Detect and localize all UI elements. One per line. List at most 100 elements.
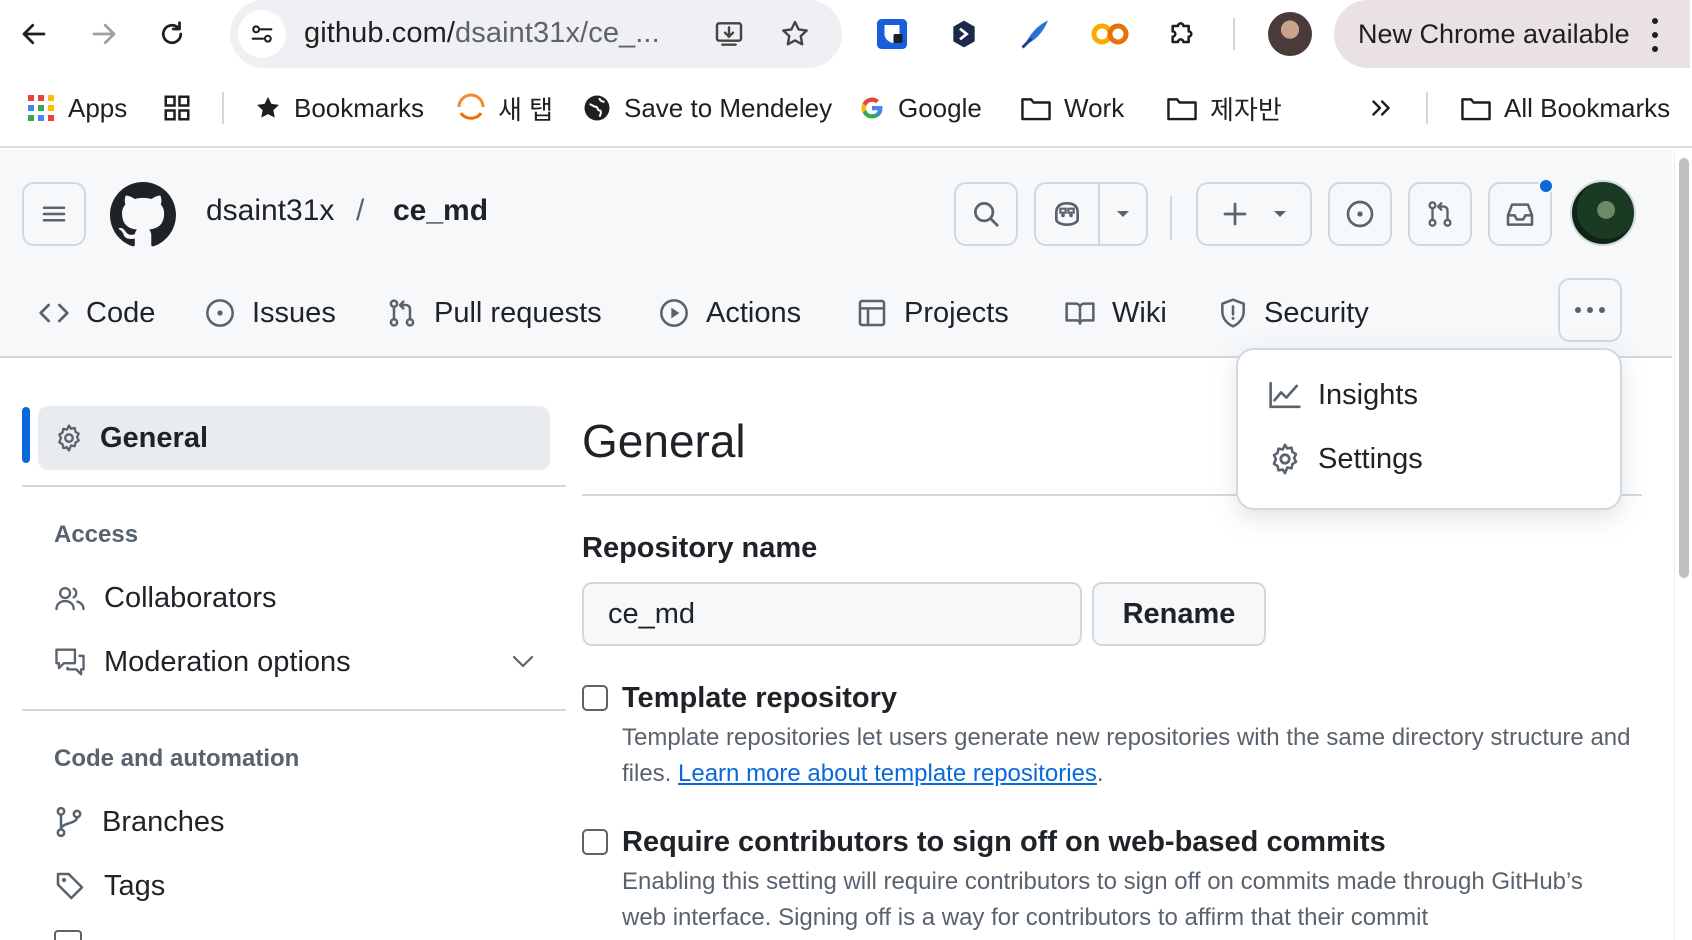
graph-icon bbox=[1269, 381, 1301, 409]
require-signoff-checkbox[interactable] bbox=[582, 829, 608, 855]
tab-issues[interactable]: Issues bbox=[204, 290, 336, 336]
bookmark-folder-work[interactable]: Work bbox=[1020, 88, 1124, 128]
shield-icon bbox=[1221, 298, 1245, 328]
bookmark-bookmarks[interactable]: Bookmarks bbox=[254, 88, 424, 128]
create-new-button[interactable] bbox=[1196, 182, 1312, 246]
github-logo-icon[interactable] bbox=[110, 182, 176, 248]
bookmark-mendeley[interactable]: Save to Mendeley bbox=[582, 88, 832, 128]
chevron-down-icon bbox=[512, 655, 534, 668]
tab-groups-icon[interactable] bbox=[162, 88, 192, 128]
repo-owner-link[interactable]: dsaint31x bbox=[206, 194, 334, 228]
repository-name-input[interactable] bbox=[582, 582, 1082, 646]
back-icon[interactable] bbox=[12, 12, 56, 56]
code-icon bbox=[39, 303, 69, 323]
page-scrollbar[interactable] bbox=[1674, 150, 1692, 940]
repository-name-label: Repository name bbox=[582, 532, 818, 564]
template-repository-checkbox[interactable] bbox=[582, 685, 608, 711]
extensions-puzzle-icon[interactable] bbox=[1162, 14, 1202, 54]
tab-pull-requests[interactable]: Pull requests bbox=[386, 290, 602, 336]
new-tab-favicon-icon bbox=[457, 93, 485, 120]
install-app-icon[interactable] bbox=[710, 15, 748, 53]
partial-sidebar-icon bbox=[54, 930, 82, 940]
copilot-icon[interactable] bbox=[1036, 184, 1100, 244]
chevron-down-icon bbox=[1274, 211, 1286, 217]
forward-icon[interactable] bbox=[82, 12, 126, 56]
chevron-down-icon[interactable] bbox=[1100, 184, 1146, 244]
tab-wiki[interactable]: Wiki bbox=[1064, 290, 1167, 336]
book-icon bbox=[1065, 302, 1095, 325]
menu-item-label: Settings bbox=[1318, 442, 1423, 475]
sidebar-item-general[interactable]: General bbox=[38, 406, 550, 470]
site-info-icon[interactable] bbox=[238, 10, 286, 58]
tab-code[interactable]: Code bbox=[38, 290, 155, 336]
gear-icon bbox=[58, 424, 80, 452]
menu-item-insights[interactable]: Insights bbox=[1268, 370, 1418, 420]
notification-dot bbox=[1538, 178, 1554, 194]
bookmarks-overflow-icon[interactable] bbox=[1368, 88, 1394, 128]
tab-label: Actions bbox=[706, 296, 802, 329]
bookmark-label: Work bbox=[1064, 92, 1125, 123]
rename-button[interactable]: Rename bbox=[1092, 582, 1266, 646]
play-circle-icon bbox=[660, 299, 688, 327]
tab-security[interactable]: Security bbox=[1218, 290, 1369, 336]
tab-actions[interactable]: Actions bbox=[658, 290, 801, 336]
sidebar-item-collaborators[interactable]: Collaborators bbox=[54, 574, 276, 622]
gear-icon bbox=[1272, 443, 1298, 475]
plus-icon bbox=[1223, 202, 1247, 226]
sidebar-divider bbox=[22, 485, 566, 487]
template-repository-description: Template repositories let users generate… bbox=[622, 720, 1632, 792]
menu-item-settings[interactable]: Settings bbox=[1268, 434, 1423, 484]
bitwarden-icon[interactable] bbox=[872, 14, 912, 54]
issues-icon[interactable] bbox=[1328, 182, 1392, 246]
menu-icon[interactable] bbox=[1649, 18, 1661, 52]
learn-more-template-link[interactable]: Learn more about template repositories bbox=[678, 760, 1097, 787]
tab-projects[interactable]: Projects bbox=[856, 290, 1009, 336]
people-icon bbox=[55, 586, 85, 611]
more-tabs-kebab-icon[interactable] bbox=[1558, 278, 1622, 342]
folder-icon bbox=[1021, 98, 1051, 121]
bookmark-all-bookmarks[interactable]: All Bookmarks bbox=[1460, 88, 1670, 128]
bookmark-new-tab[interactable]: 새 탭 bbox=[456, 88, 553, 128]
bookmark-label: 제자반 bbox=[1210, 94, 1282, 125]
scrollbar-thumb[interactable] bbox=[1679, 158, 1689, 578]
user-avatar[interactable] bbox=[1570, 180, 1636, 246]
hamburger-menu-icon[interactable] bbox=[22, 182, 86, 246]
bookmark-google[interactable]: Google bbox=[858, 88, 982, 128]
git-branch-icon bbox=[56, 806, 82, 838]
bookmark-star-icon[interactable] bbox=[776, 15, 814, 53]
copilot-button[interactable] bbox=[1034, 182, 1148, 246]
colab-icon[interactable] bbox=[1090, 14, 1130, 54]
extension-icon[interactable] bbox=[944, 14, 984, 54]
profile-avatar[interactable] bbox=[1268, 12, 1312, 56]
pull-requests-icon[interactable] bbox=[1408, 182, 1472, 246]
bookmark-label: Google bbox=[898, 92, 982, 123]
sidebar-item-branches[interactable]: Branches bbox=[54, 798, 225, 846]
sidebar-heading-code-and-automation: Code and automation bbox=[54, 745, 300, 772]
folder-icon bbox=[1167, 98, 1197, 121]
address-bar[interactable]: github.com/dsaint31x/ce_... bbox=[230, 0, 842, 68]
tab-label: Pull requests bbox=[434, 296, 602, 329]
star-icon bbox=[257, 96, 279, 118]
reload-icon[interactable] bbox=[150, 12, 194, 56]
bookmark-folder-korean[interactable]: 제자반 bbox=[1166, 88, 1282, 128]
browser-toolbar: github.com/dsaint31x/ce_... New Chrome a… bbox=[0, 0, 1692, 70]
toolbar-divider bbox=[1233, 18, 1235, 50]
repo-name-link[interactable]: ce_md bbox=[393, 194, 488, 228]
breadcrumb-separator: / bbox=[356, 194, 365, 227]
bookmark-label: Apps bbox=[68, 92, 128, 123]
sidebar-item-tags[interactable]: Tags bbox=[54, 862, 165, 910]
search-icon[interactable] bbox=[954, 182, 1018, 246]
page-title: General bbox=[582, 415, 746, 467]
require-signoff-description: Enabling this setting will require contr… bbox=[622, 868, 1583, 931]
zotero-icon[interactable] bbox=[1016, 14, 1056, 54]
sidebar-item-label: Collaborators bbox=[104, 581, 277, 614]
sidebar-divider bbox=[22, 709, 566, 711]
sidebar-item-moderation-options[interactable]: Moderation options bbox=[54, 638, 534, 686]
url-text[interactable]: github.com/dsaint31x/ce_... bbox=[304, 17, 660, 50]
bookmarks-bar: Apps Bookmarks 새 탭 Save to Mendeley Goog… bbox=[0, 70, 1692, 148]
new-chrome-available-button[interactable]: New Chrome available bbox=[1334, 0, 1690, 68]
tab-label: Projects bbox=[904, 296, 1009, 329]
google-icon bbox=[861, 97, 883, 119]
bookmark-apps[interactable]: Apps bbox=[26, 88, 127, 128]
sidebar-item-label: Moderation options bbox=[104, 645, 351, 678]
